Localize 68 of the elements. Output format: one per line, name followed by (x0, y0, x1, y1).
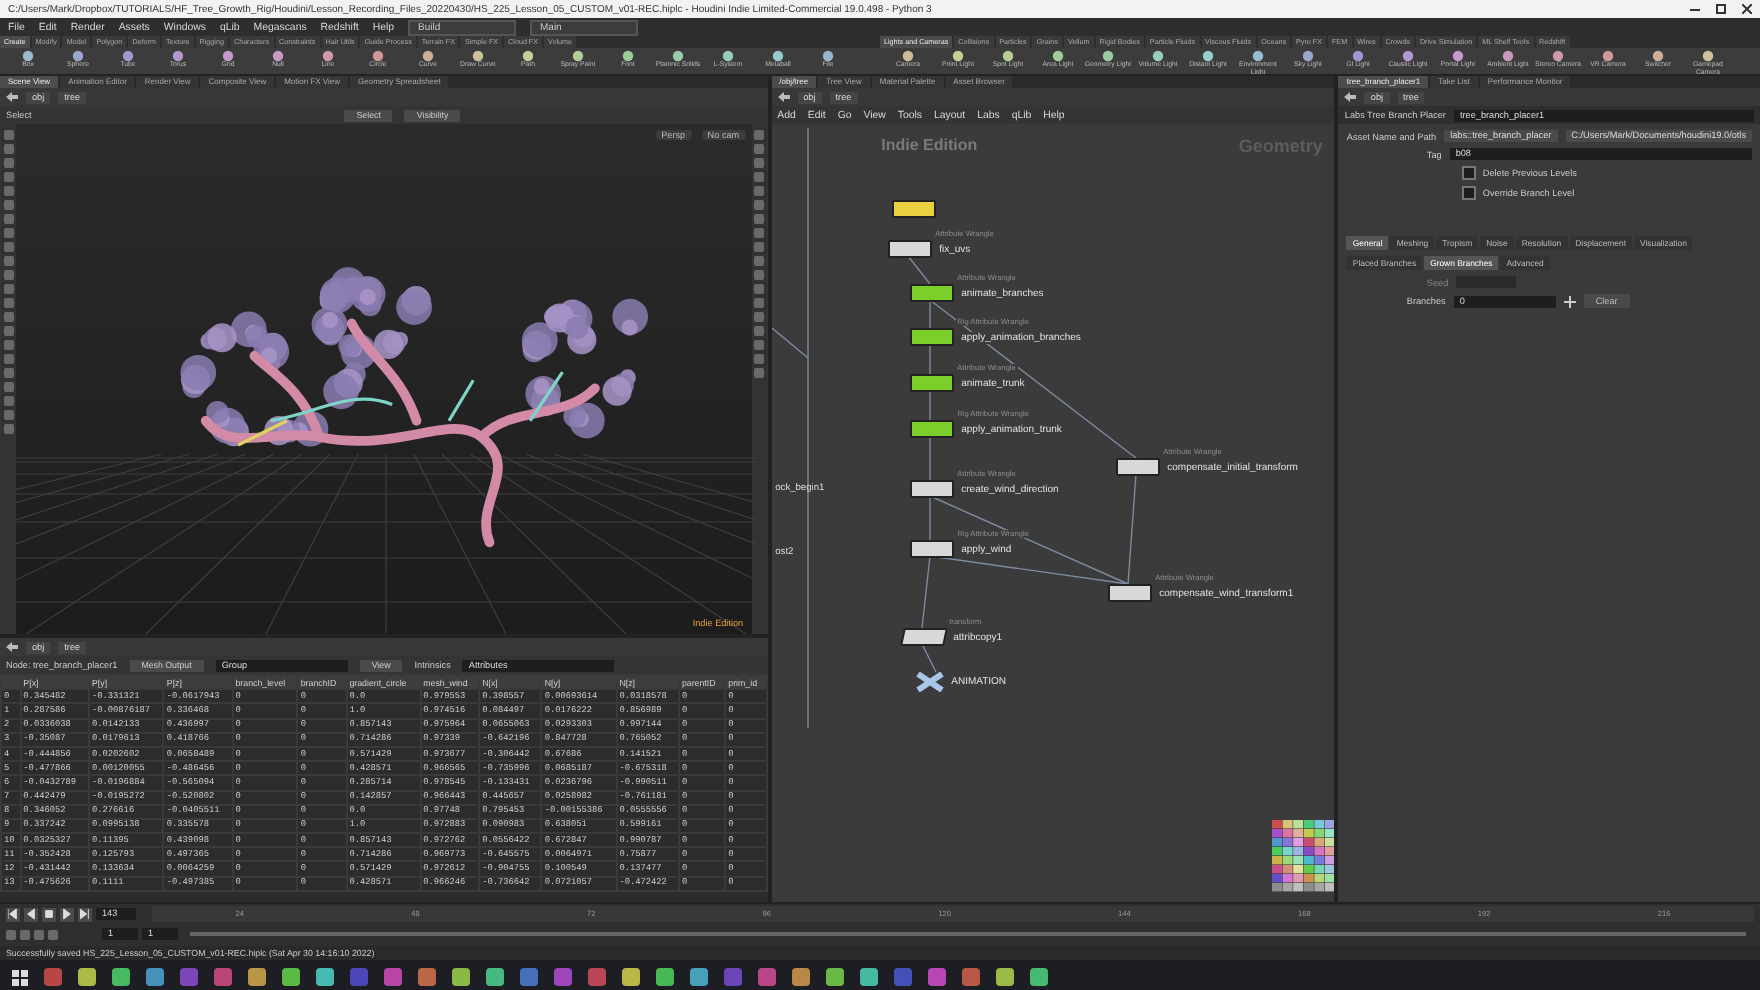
tool-icon (222, 50, 234, 62)
tool-icon (22, 50, 34, 62)
connection-wire (906, 255, 930, 285)
checkbox[interactable] (1462, 166, 1477, 180)
playback-icon (8, 908, 18, 920)
tool-icon (1452, 50, 1464, 62)
playback-button[interactable] (60, 907, 74, 921)
playback-icon (80, 908, 90, 920)
tool-icon (472, 50, 484, 62)
tool-icon (1402, 50, 1414, 62)
tool-icon (522, 50, 534, 62)
tool-icon (172, 50, 184, 62)
tool-icon (272, 50, 284, 62)
playback-button[interactable] (78, 907, 92, 921)
null-node[interactable] (915, 672, 944, 692)
tool-icon (72, 50, 84, 62)
minimize-icon[interactable] (1690, 4, 1700, 14)
tool-icon (1302, 50, 1314, 62)
node-tile[interactable] (1107, 584, 1152, 602)
tool-icon (122, 50, 134, 62)
tool-icon (1502, 50, 1514, 62)
tool-icon (422, 50, 434, 62)
tool-icon (772, 50, 784, 62)
node-tile[interactable] (909, 284, 954, 302)
tool-icon (952, 50, 964, 62)
tool-icon (1152, 50, 1164, 62)
playback-button[interactable] (42, 907, 56, 921)
tool-icon (1602, 50, 1614, 62)
tool-icon (322, 50, 334, 62)
node-tile[interactable] (909, 374, 954, 392)
tool-icon (1552, 50, 1564, 62)
plus-icon[interactable] (1563, 295, 1576, 307)
tool-icon (572, 50, 584, 62)
node-tile[interactable] (1115, 458, 1160, 476)
tool-icon (1652, 50, 1664, 62)
node-tile[interactable] (887, 240, 932, 258)
node-tile[interactable] (899, 628, 948, 646)
node-tile[interactable] (909, 420, 954, 438)
tool-icon (1052, 50, 1064, 62)
start-icon[interactable] (12, 969, 28, 985)
tool-icon (902, 50, 914, 62)
tool-icon (1002, 50, 1014, 62)
back-arrow-icon[interactable] (6, 642, 18, 652)
edition-watermark: Indie Edition (881, 136, 978, 154)
tool-icon (1702, 50, 1714, 62)
tool-icon (722, 50, 734, 62)
node-tile[interactable] (909, 328, 954, 346)
tool-icon (1102, 50, 1114, 62)
connection-wire (920, 643, 936, 673)
playback-button[interactable] (24, 907, 38, 921)
tool-icon (1352, 50, 1364, 62)
node-tile[interactable] (909, 540, 954, 558)
node-tile[interactable] (909, 480, 954, 498)
back-arrow-icon[interactable] (1344, 92, 1357, 102)
tool-icon (622, 50, 634, 62)
close-icon[interactable] (1742, 4, 1752, 14)
tool-icon (1202, 50, 1214, 62)
tool-icon (1252, 50, 1264, 62)
color-palette-drawing[interactable] (1271, 820, 1335, 892)
tool-icon (372, 50, 384, 62)
playback-button[interactable] (6, 907, 20, 921)
back-arrow-icon[interactable] (777, 92, 790, 102)
bypassed-node[interactable] (891, 200, 936, 218)
checkbox[interactable] (1462, 186, 1477, 200)
back-arrow-icon[interactable] (6, 92, 18, 102)
tool-icon (822, 50, 834, 62)
maximize-icon[interactable] (1716, 4, 1726, 14)
tool-icon (672, 50, 684, 62)
